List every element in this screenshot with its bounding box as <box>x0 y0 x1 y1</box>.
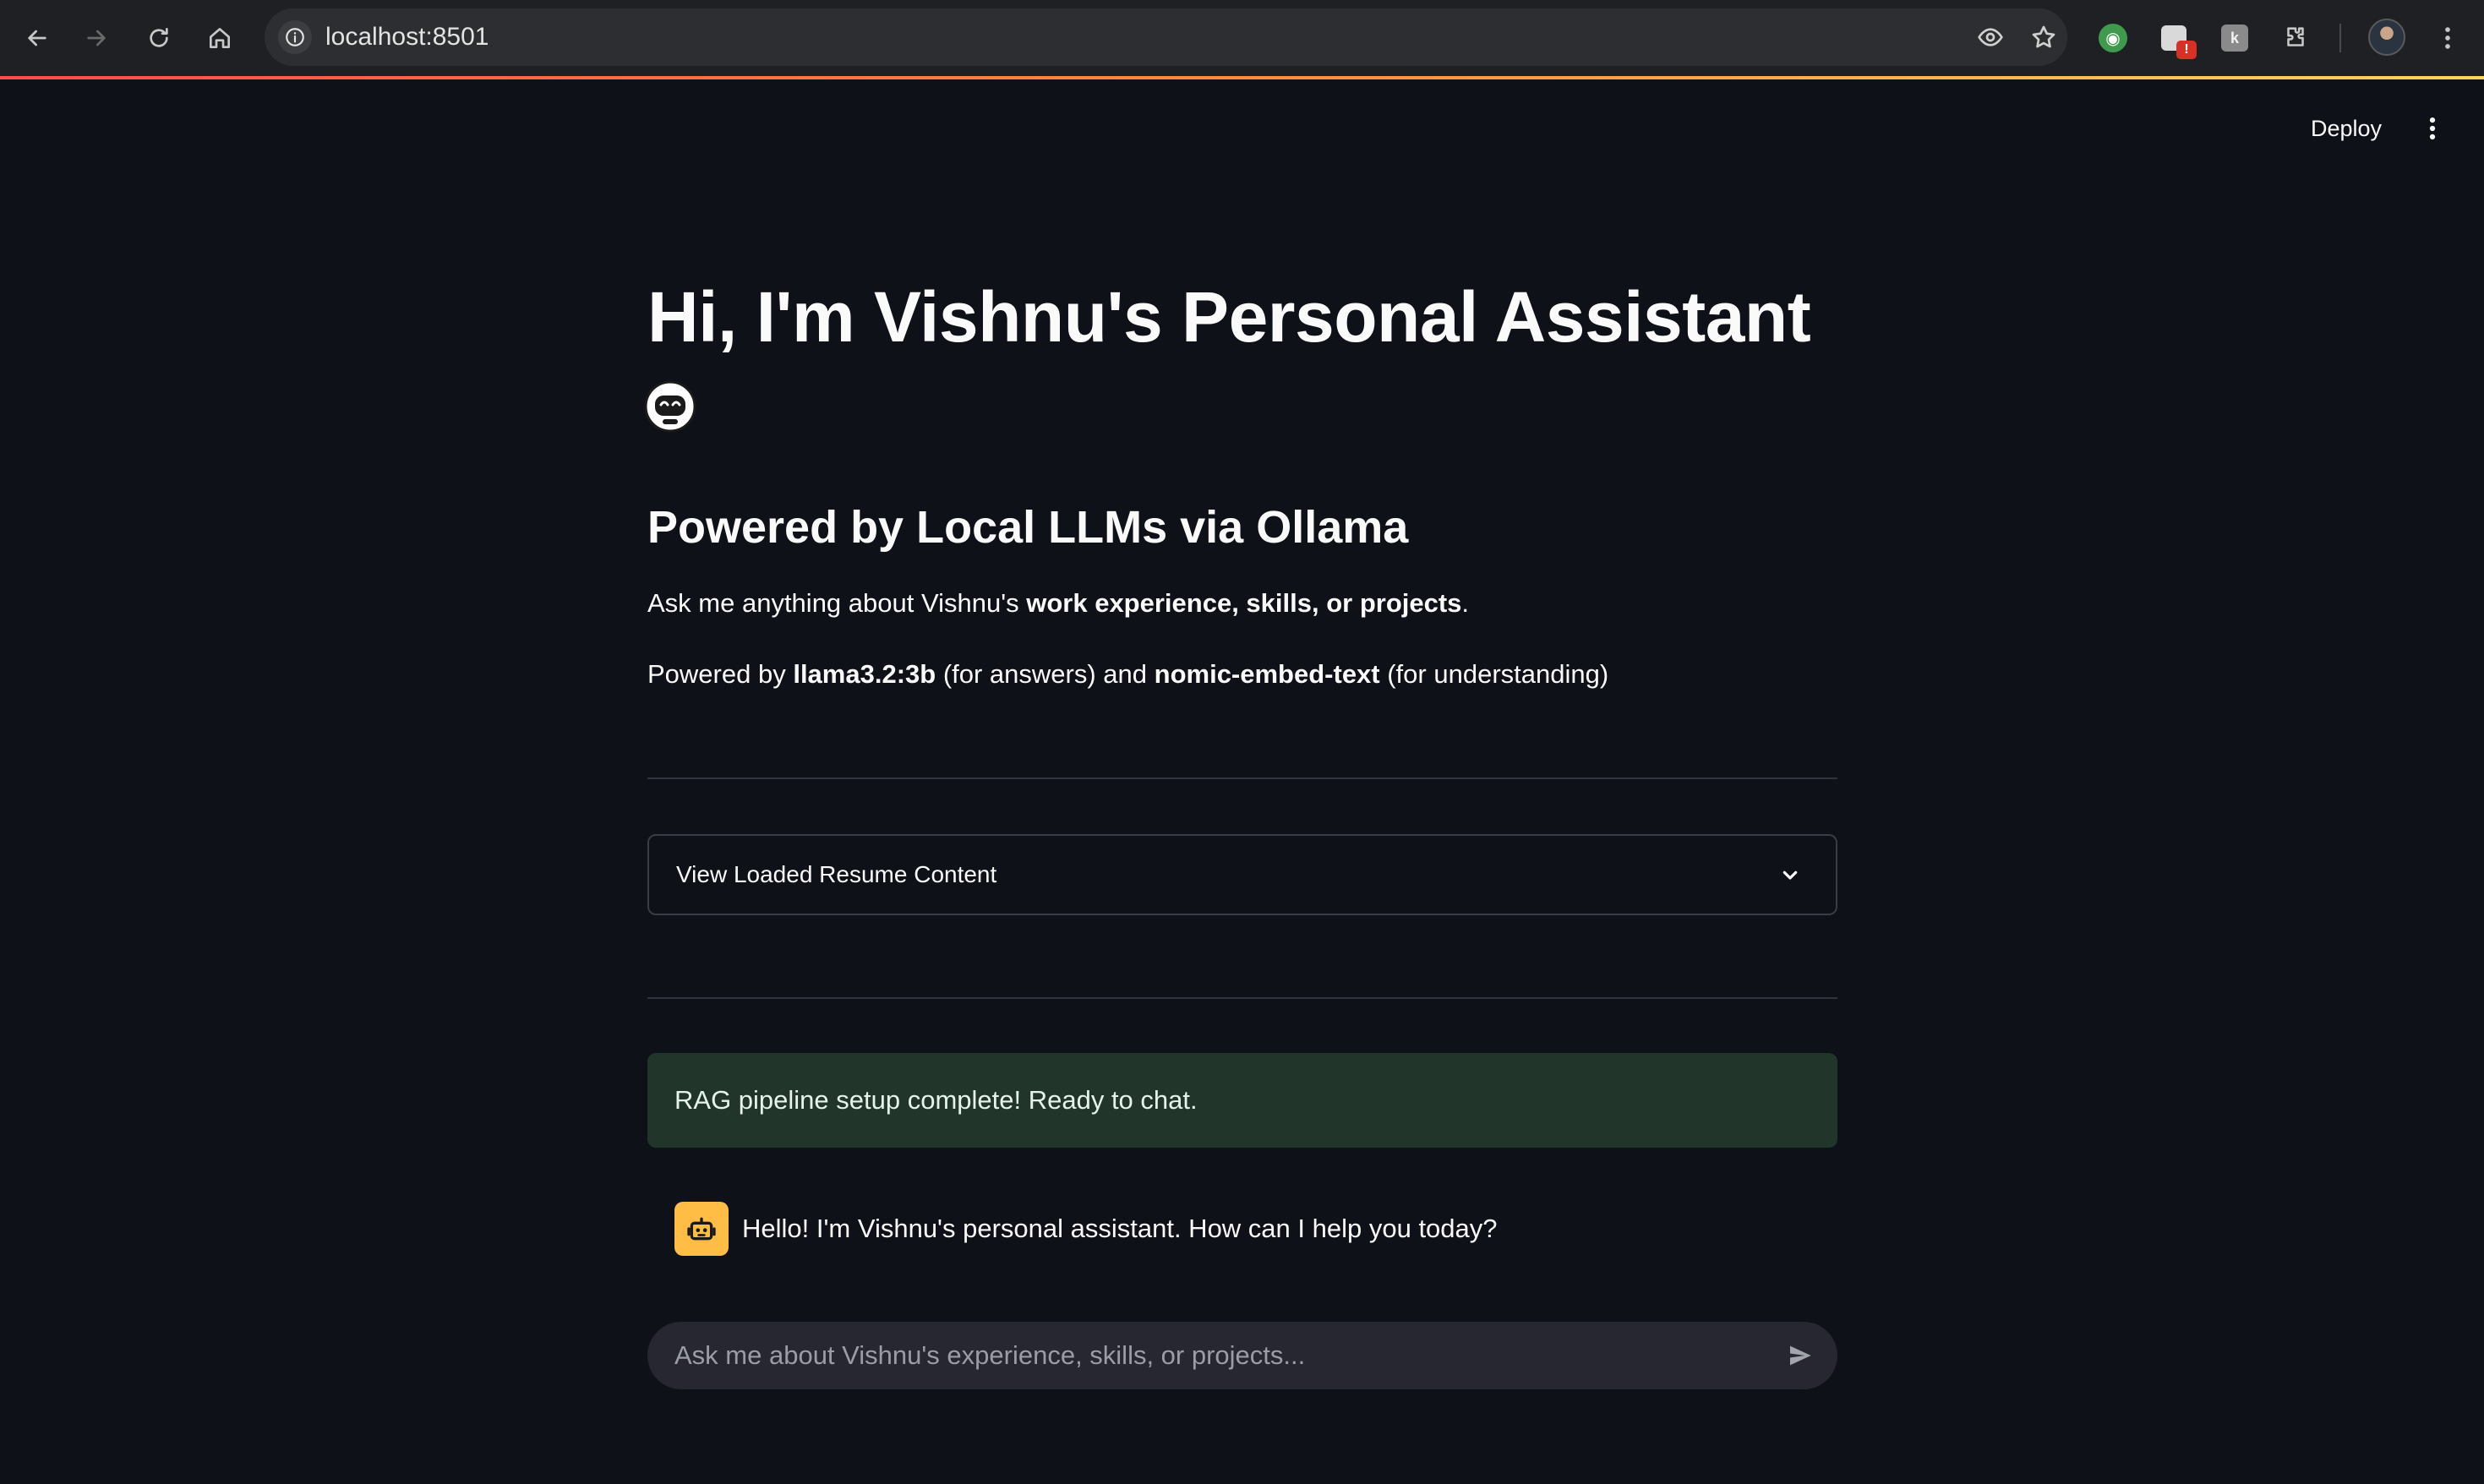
page-title: Hi, I'm Vishnu's Personal Assistant <box>647 277 1811 357</box>
site-info-icon[interactable] <box>278 20 312 54</box>
forward-icon[interactable] <box>78 19 115 57</box>
expander-label: View Loaded Resume Content <box>676 861 997 887</box>
extension-grey-icon[interactable]: k <box>2215 19 2254 57</box>
chat-input-container <box>647 1322 1837 1389</box>
models-text-2: (for answers) and <box>936 659 1155 689</box>
extension-puzzle-icon[interactable] <box>2276 19 2315 57</box>
assistant-avatar <box>674 1202 729 1256</box>
success-message: RAG pipeline setup complete! Ready to ch… <box>674 1085 1198 1115</box>
intro-bold-text: work experience, skills, or projects <box>1026 588 1462 618</box>
extension-with-badge: ! <box>2161 24 2197 59</box>
extension-green-icon[interactable]: ◉ <box>2094 19 2132 57</box>
robot-icon <box>687 1217 716 1241</box>
url-text[interactable]: localhost:8501 <box>325 8 489 66</box>
streamlit-decoration-bar <box>0 76 2484 79</box>
models-paragraph: Powered by llama3.2:3b (for answers) and… <box>647 656 1608 693</box>
chat-input[interactable] <box>647 1322 1746 1389</box>
home-icon[interactable] <box>201 19 238 57</box>
reload-icon[interactable] <box>140 19 177 57</box>
eye-icon[interactable] <box>1974 20 2007 54</box>
divider <box>647 777 1837 779</box>
back-icon[interactable] <box>19 19 56 57</box>
kebab-menu-icon[interactable] <box>2428 19 2467 57</box>
robot-extension-icon: ◉ <box>2099 24 2127 52</box>
intro-paragraph: Ask me anything about Vishnu's work expe… <box>647 585 1469 622</box>
extension-badge: ! <box>2176 41 2197 59</box>
intro-suffix: . <box>1461 588 1470 618</box>
chevron-down-icon <box>1782 870 1798 880</box>
send-icon <box>1790 1345 1811 1366</box>
send-button[interactable] <box>1782 1337 1819 1374</box>
page-subtitle: Powered by Local LLMs via Ollama <box>647 502 1409 553</box>
main-menu-icon[interactable] <box>2414 108 2451 149</box>
assistant-chat-message: Hello! I'm Vishnu's personal assistant. … <box>674 1201 1837 1257</box>
success-alert: RAG pipeline setup complete! Ready to ch… <box>647 1053 1837 1148</box>
intro-text: Ask me anything about Vishnu's <box>647 588 1027 618</box>
llm-model-name: llama3.2:3b <box>793 659 936 689</box>
extension-badge-icon[interactable]: ! <box>2156 19 2197 59</box>
assistant-message-text: Hello! I'm Vishnu's personal assistant. … <box>742 1214 1498 1243</box>
k-extension-icon: k <box>2221 25 2248 52</box>
models-text-1: Powered by <box>647 659 794 689</box>
browser-toolbar: localhost:8501 ◉ ! k <box>0 0 2484 76</box>
resume-content-expander[interactable]: View Loaded Resume Content <box>647 834 1837 915</box>
embed-model-name: nomic-embed-text <box>1154 659 1380 689</box>
profile-avatar[interactable] <box>2368 19 2405 56</box>
models-text-3: (for understanding) <box>1379 659 1609 689</box>
toolbar-divider <box>2339 24 2341 52</box>
star-icon[interactable] <box>2027 20 2061 54</box>
robot-face-icon <box>644 380 696 433</box>
divider <box>647 997 1837 999</box>
address-bar[interactable]: localhost:8501 <box>265 8 2067 66</box>
deploy-button[interactable]: Deploy <box>2299 108 2394 149</box>
